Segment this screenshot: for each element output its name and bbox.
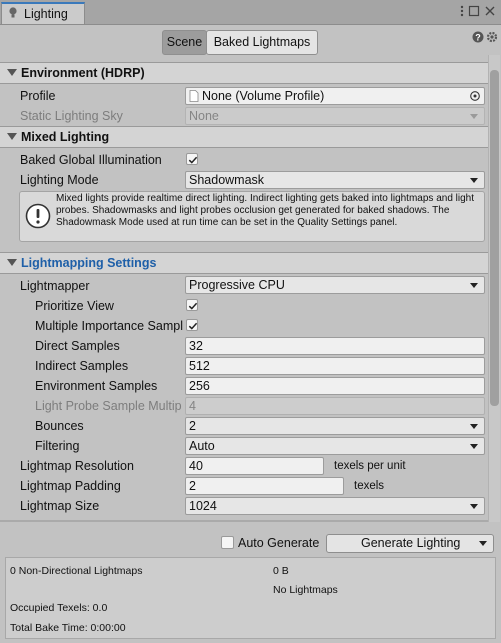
lightmapper-label: Lightmapper [20,279,90,293]
light-probe-sample-multiplier-label: Light Probe Sample Multip [35,399,182,413]
prioritize-view-label: Prioritize View [35,299,114,313]
indirect-samples-label: Indirect Samples [35,359,129,373]
static-lighting-sky-dropdown: None [185,107,485,125]
generate-lighting-label: Generate Lighting [361,536,461,550]
chevron-down-icon [470,444,478,449]
info-help-box: Mixed lights provide realtime direct lig… [19,191,485,242]
svg-text:?: ? [475,33,481,43]
help-icon[interactable]: ? [472,31,484,43]
environment-samples-label: Environment Samples [35,379,158,393]
static-lighting-sky-label: Static Lighting Sky [20,109,123,123]
checkmark-icon [188,156,198,164]
scrollbar-thumb[interactable] [490,70,499,406]
direct-samples-label: Direct Samples [35,339,120,353]
lightmapper-value: Progressive CPU [189,278,285,292]
tab-scene[interactable]: Scene [162,30,207,55]
checkmark-icon [188,302,198,310]
lighting-window-tab[interactable]: Lighting [1,2,85,24]
occupied-texels: Occupied Texels: 0.0 [10,602,108,614]
more-options-icon[interactable] [456,5,468,17]
foldout-arrow-icon [7,259,17,266]
section-title: Mixed Lighting [21,130,110,144]
lightmap-memory-size: 0 B [273,565,289,577]
chevron-down-icon [470,283,478,288]
bounces-label: Bounces [35,419,84,433]
volume-profile-icon [189,90,199,104]
foldout-arrow-icon [7,69,17,76]
multiple-importance-sampling-checkbox[interactable] [186,319,198,331]
profile-label: Profile [20,89,56,103]
prioritize-view-checkbox[interactable] [186,299,198,311]
section-lightmapping-settings[interactable]: Lightmapping Settings [0,252,488,274]
settings-gear-icon[interactable] [486,31,498,43]
lightmap-resolution-input[interactable]: 40 [185,457,324,475]
lightmap-resolution-unit: texels per unit [334,460,406,472]
lighting-mode-value: Shadowmask [189,173,265,187]
warning-exclamation-icon [25,203,51,232]
lightmap-padding-input[interactable]: 2 [185,477,344,495]
lightmap-size-dropdown[interactable]: 1024 [185,497,485,515]
chevron-down-icon [470,504,478,509]
multiple-importance-sampling-label: Multiple Importance Sampl [35,319,183,333]
lighting-mode-label: Lighting Mode [20,173,99,187]
no-lightmaps-text: No Lightmaps [273,584,338,596]
profile-object-field[interactable]: None (Volume Profile) [185,87,485,105]
bounces-value: 2 [189,419,196,433]
chevron-down-icon [470,424,478,429]
filtering-value: Auto [189,439,215,453]
lighting-mode-dropdown[interactable]: Shadowmask [185,171,485,189]
tab-baked-lightmaps[interactable]: Baked Lightmaps [206,30,318,55]
environment-samples-input[interactable]: 256 [185,377,485,395]
profile-value: None (Volume Profile) [202,89,325,103]
generate-lighting-button[interactable]: Generate Lighting [326,534,494,553]
auto-generate-label: Auto Generate [238,536,320,550]
lightmap-size-value: 1024 [189,499,217,513]
filtering-dropdown[interactable]: Auto [185,437,485,455]
light-bulb-icon [8,7,18,19]
auto-generate-checkbox[interactable] [221,536,234,549]
light-probe-sample-multiplier-input: 4 [185,397,485,415]
window-title: Lighting [24,7,68,21]
baked-gi-label: Baked Global Illumination [20,153,162,167]
foldout-arrow-icon [7,133,17,140]
lightmapper-dropdown[interactable]: Progressive CPU [185,276,485,294]
filtering-label: Filtering [35,439,80,453]
baked-gi-checkbox[interactable] [186,153,198,165]
direct-samples-input[interactable]: 32 [185,337,485,355]
chevron-down-icon[interactable] [479,541,487,546]
indirect-samples-input[interactable]: 512 [185,357,485,375]
bounces-dropdown[interactable]: 2 [185,417,485,435]
section-mixed-lighting[interactable]: Mixed Lighting [0,126,488,148]
section-environment[interactable]: Environment (HDRP) [0,62,488,84]
lightmap-resolution-label: Lightmap Resolution [20,459,134,473]
section-title: Environment (HDRP) [21,66,145,80]
chevron-down-icon [470,114,478,119]
chevron-down-icon [470,178,478,183]
maximize-icon[interactable] [468,5,480,17]
help-text: Mixed lights provide realtime direct lig… [56,193,475,228]
lightmap-padding-unit: texels [354,480,385,492]
object-picker-icon[interactable] [469,90,481,104]
total-bake-time: Total Bake Time: 0:00:00 [10,622,126,634]
lightmap-count: 0 Non-Directional Lightmaps [10,565,143,577]
section-title: Lightmapping Settings [21,256,157,270]
static-lighting-sky-value: None [189,109,219,123]
checkmark-icon [188,322,198,330]
lightmap-padding-label: Lightmap Padding [20,479,121,493]
close-icon[interactable] [484,5,496,17]
lightmap-size-label: Lightmap Size [20,499,100,513]
